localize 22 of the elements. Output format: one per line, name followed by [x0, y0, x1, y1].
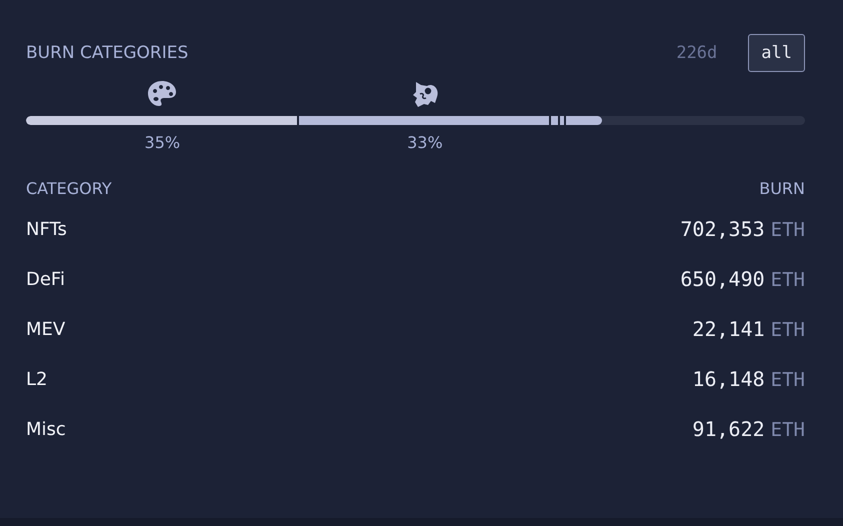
unit-label: ETH [770, 369, 805, 391]
section-title: BURN CATEGORIES [26, 43, 188, 63]
category-name: DeFi [26, 268, 65, 290]
unit-label: ETH [770, 269, 805, 291]
palette-icon [147, 80, 178, 108]
burn-amount: 22,141 [692, 317, 765, 341]
burn-amount: 16,148 [692, 367, 765, 391]
column-header: CATEGORY [26, 179, 112, 198]
unit-label: ETH [770, 219, 805, 241]
unit-label: ETH [770, 319, 805, 341]
category-name: L2 [26, 368, 48, 390]
burn-amount: 702,353 [680, 217, 765, 241]
column-header: BURN [759, 179, 805, 198]
category-name: NFTs [26, 218, 67, 240]
category-name: Misc [26, 418, 66, 440]
unit-label: ETH [770, 419, 805, 441]
percent-label: 33% [407, 133, 443, 152]
period-button[interactable]: all [748, 34, 805, 72]
burn-amount: 650,490 [680, 267, 765, 291]
category-name: MEV [26, 318, 66, 340]
percent-label: 35% [144, 133, 180, 152]
burn-amount: 91,622 [692, 417, 765, 441]
